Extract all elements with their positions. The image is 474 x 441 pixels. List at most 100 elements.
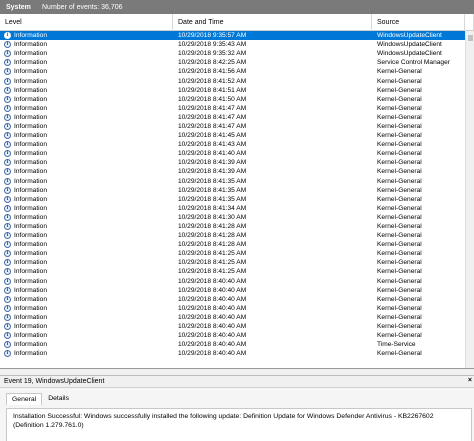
table-row[interactable]: i Information 10/29/2018 8:41:39 AM Kernel-… [0,158,474,167]
table-row[interactable]: i Information 10/29/2018 8:41:30 AM Kernel-… [0,213,474,222]
table-row[interactable]: i Information 10/29/2018 9:35:57 AM Windows… [0,31,474,41]
table-row[interactable]: i Information 10/29/2018 8:40:40 AM Kernel-… [0,286,474,295]
table-row[interactable]: i Information 10/29/2018 8:41:35 AM Kernel-… [0,186,474,195]
level-text: Information [14,150,47,158]
level-cell: i Information [0,313,173,322]
information-icon: i [4,350,11,358]
column-header-datetime[interactable]: Date and Time [173,14,372,31]
table-row[interactable]: i Information 10/29/2018 8:41:35 AM Kernel-… [0,195,474,204]
table-row[interactable]: i Information 10/29/2018 8:40:40 AM Kernel-… [0,304,474,313]
information-icon: i [4,141,11,149]
table-row[interactable]: i Information 10/29/2018 8:41:39 AM Kernel-… [0,167,474,176]
tab-details[interactable]: Details [42,392,75,405]
level-text: Information [14,286,47,294]
datetime-cell: 10/29/2018 9:35:43 AM [178,41,247,49]
table-row[interactable]: i Information 10/29/2018 8:41:35 AM Kernel-… [0,177,474,186]
table-row[interactable]: i Information 10/29/2018 8:40:40 AM Kernel-… [0,295,474,304]
information-icon: i [4,150,11,158]
horizontal-scrollbar[interactable] [0,369,474,376]
information-icon: i [4,332,11,340]
level-text: Information [14,204,47,212]
table-row[interactable]: i Information 10/29/2018 8:41:34 AM Kernel-… [0,204,474,213]
source-cell: Kernel-General [377,77,422,85]
level-cell: i Information [0,240,173,249]
information-icon: i [4,304,11,312]
table-row[interactable]: i Information 10/29/2018 8:40:40 AM Kernel-… [0,349,474,358]
table-row[interactable]: i Information 10/29/2018 8:41:25 AM Kernel-… [0,267,474,276]
level-cell: i Information [0,340,173,349]
datetime-cell: 10/29/2018 8:41:30 AM [178,213,247,221]
information-icon: i [4,323,11,331]
table-row[interactable]: i Information 10/29/2018 9:35:32 AM Windows… [0,49,474,58]
source-cell: Kernel-General [377,323,422,331]
event-count: Number of events: 36,706 [42,3,123,11]
table-row[interactable]: i Information 10/29/2018 8:40:40 AM Kernel-… [0,313,474,322]
level-text: Information [14,195,47,203]
table-row[interactable]: i Information 10/29/2018 8:41:28 AM Kernel-… [0,240,474,249]
level-cell: i Information [0,77,173,86]
table-row[interactable]: i Information 10/29/2018 8:41:40 AM Kernel-… [0,149,474,158]
table-row[interactable]: i Information 10/29/2018 8:41:51 AM Kernel-… [0,86,474,95]
datetime-cell: 10/29/2018 8:40:40 AM [178,313,247,321]
information-icon: i [4,241,11,249]
level-cell: i Information [0,331,173,340]
table-row[interactable]: i Information 10/29/2018 8:40:40 AM Kernel-… [0,322,474,331]
datetime-cell: 10/29/2018 8:41:25 AM [178,268,247,276]
table-row[interactable]: i Information 10/29/2018 8:40:40 AM Time-Se… [0,340,474,349]
datetime-cell: 10/29/2018 8:41:45 AM [178,132,247,140]
scrollbar-thumb[interactable] [468,35,473,41]
datetime-cell: 10/29/2018 8:40:40 AM [178,350,247,358]
level-text: Information [14,332,47,340]
table-row[interactable]: i Information 10/29/2018 9:35:43 AM Windows… [0,40,474,49]
table-row[interactable]: i Information 10/29/2018 8:41:47 AM Kernel-… [0,104,474,113]
information-icon: i [4,159,11,167]
table-row[interactable]: i Information 10/29/2018 8:41:50 AM Kernel-… [0,95,474,104]
column-header-level[interactable]: Level [0,14,173,31]
source-cell: Kernel-General [377,213,422,221]
table-row[interactable]: i Information 10/29/2018 8:41:25 AM Kernel-… [0,258,474,267]
table-row[interactable]: i Information 10/29/2018 8:41:47 AM Kernel-… [0,113,474,122]
table-row[interactable]: i Information 10/29/2018 8:41:43 AM Kernel-… [0,140,474,149]
table-row[interactable]: i Information 10/29/2018 8:41:28 AM Kernel-… [0,231,474,240]
table-row[interactable]: i Information 10/29/2018 8:42:25 AM Service… [0,58,474,67]
table-row[interactable]: i Information 10/29/2018 8:41:52 AM Kernel-… [0,76,474,85]
source-cell: Kernel-General [377,277,422,285]
information-icon: i [4,59,11,67]
level-cell: i Information [0,40,173,49]
level-text: Information [14,323,47,331]
source-cell: Kernel-General [377,104,422,112]
table-row[interactable]: i Information 10/29/2018 8:41:45 AM Kernel-… [0,131,474,140]
level-text: Information [14,350,47,358]
information-icon: i [4,104,11,112]
table-row[interactable]: i Information 10/29/2018 8:41:25 AM Kernel-… [0,249,474,258]
table-row[interactable]: i Information 10/29/2018 8:41:47 AM Kernel-… [0,122,474,131]
vertical-scrollbar[interactable] [465,31,474,368]
level-text: Information [14,186,47,194]
table-row[interactable]: i Information 10/29/2018 8:40:40 AM Kernel-… [0,277,474,286]
tab-general[interactable]: General [6,393,43,405]
level-cell: i Information [0,31,173,40]
source-cell: WindowsUpdateClient [377,32,442,40]
table-row[interactable]: i Information 10/29/2018 8:41:28 AM Kernel-… [0,222,474,231]
datetime-cell: 10/29/2018 8:41:50 AM [178,95,247,103]
information-icon: i [4,168,11,176]
level-text: Information [14,113,47,121]
level-cell: i Information [0,49,173,58]
datetime-cell: 10/29/2018 8:40:40 AM [178,286,247,294]
source-cell: WindowsUpdateClient [377,50,442,58]
datetime-cell: 10/29/2018 8:41:28 AM [178,223,247,231]
table-row[interactable]: i Information 10/29/2018 8:40:40 AM Kernel-… [0,331,474,340]
information-icon: i [4,195,11,203]
datetime-cell: 10/29/2018 8:42:25 AM [178,59,247,67]
level-cell: i Information [0,277,173,286]
source-cell: Kernel-General [377,86,422,94]
source-cell: Kernel-General [377,304,422,312]
datetime-cell: 10/29/2018 8:40:40 AM [178,295,247,303]
close-icon[interactable]: × [468,377,472,384]
level-text: Information [14,295,47,303]
column-header-filler [465,14,474,31]
datetime-cell: 10/29/2018 8:40:40 AM [178,323,247,331]
table-row[interactable]: i Information 10/29/2018 8:41:56 AM Kernel-… [0,67,474,76]
information-icon: i [4,68,11,76]
column-header-source[interactable]: Source [372,14,465,31]
